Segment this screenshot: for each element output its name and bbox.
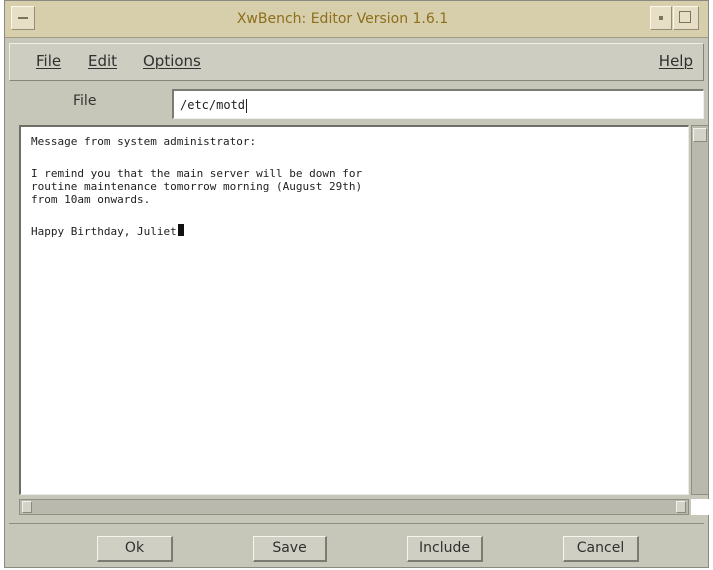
menu-edit[interactable]: Edit	[88, 52, 117, 70]
editor-line: I remind you that the main server will b…	[31, 167, 363, 180]
maximize-button[interactable]	[673, 6, 699, 30]
block-cursor	[177, 224, 184, 236]
horizontal-scrollbar[interactable]	[19, 499, 689, 515]
editor-line: Message from system administrator:	[31, 135, 257, 148]
button-bar: Ok Save Include Cancel	[9, 523, 704, 565]
save-button[interactable]: Save	[253, 536, 327, 562]
editor-line-text: Happy Birthday, Juliet	[31, 225, 177, 238]
cancel-button[interactable]: Cancel	[563, 536, 639, 562]
title-bar[interactable]: XwBench: Editor Version 1.6.1	[5, 1, 708, 38]
file-field-label: File	[73, 93, 97, 109]
window-menu-button[interactable]	[11, 6, 35, 30]
menu-file[interactable]: File	[36, 52, 61, 70]
editor-line: from 10am onwards.	[31, 193, 151, 206]
scrollbar-corner	[691, 499, 709, 515]
menu-bar: File Edit Options Help	[9, 43, 704, 81]
horizontal-scroll-end[interactable]	[676, 501, 686, 513]
file-path-input[interactable]: /etc/motd	[172, 89, 704, 119]
vertical-scrollbar[interactable]	[691, 125, 709, 495]
editor-text-area[interactable]: Message from system administrator: I rem…	[19, 125, 689, 495]
text-caret	[246, 98, 248, 113]
editor-window: XwBench: Editor Version 1.6.1 File Edit …	[4, 0, 709, 568]
minimize-button[interactable]	[650, 6, 672, 30]
horizontal-scroll-thumb[interactable]	[22, 501, 32, 513]
file-path-value: /etc/motd	[180, 98, 246, 112]
include-button[interactable]: Include	[407, 536, 483, 562]
editor-line: Happy Birthday, Juliet	[31, 224, 184, 238]
ok-button[interactable]: Ok	[97, 536, 173, 562]
window-title-label: XwBench: Editor Version 1.6.1	[236, 11, 449, 27]
editor-line: routine maintenance tomorrow morning (Au…	[31, 180, 363, 193]
menu-options[interactable]: Options	[143, 52, 201, 70]
menu-help[interactable]: Help	[659, 52, 693, 70]
window-title: XwBench: Editor Version 1.6.1	[39, 4, 646, 34]
vertical-scroll-thumb[interactable]	[693, 128, 707, 142]
